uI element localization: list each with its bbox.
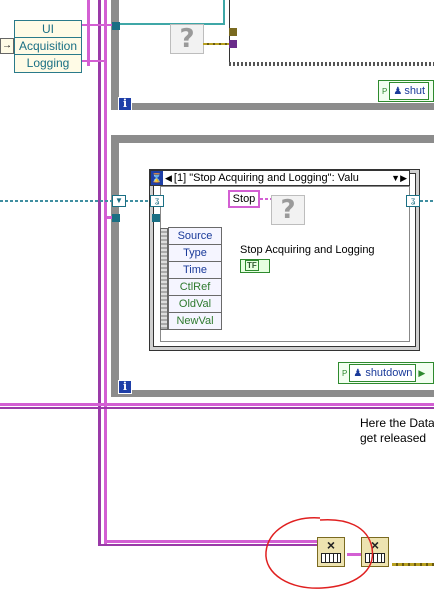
bottom-case-frame-left: [111, 135, 119, 397]
left-event-tunnel: ʓ: [150, 195, 164, 207]
top-tunnel-olive: [229, 28, 237, 36]
top-case-frame-bottom: [111, 103, 434, 110]
event-data-node: Source Type Time CtlRef OldVal NewVal: [168, 227, 222, 330]
event-data-source[interactable]: Source: [168, 227, 222, 245]
top-tunnel-purple: [229, 40, 237, 48]
annotation-circle-stroke: [265, 517, 374, 589]
event-tunnel-queue-in: [152, 214, 160, 222]
error-wire-vertical-main: [104, 0, 107, 545]
event-data-ctlref[interactable]: CtlRef: [168, 278, 222, 296]
shutdown-constant-top[interactable]: P ♟ shut: [378, 80, 434, 102]
top-tunnel-teal: [112, 22, 120, 30]
bottom-tunnel-queue: [112, 214, 120, 222]
top-inner-frame-teal: [119, 0, 225, 25]
right-event-tunnel: ʓ: [406, 195, 420, 207]
iteration-terminal-bottom: i: [118, 380, 132, 394]
cluster-item-logging: Logging: [14, 54, 82, 73]
person-icon: ♟: [393, 85, 403, 97]
event-data-newval[interactable]: NewVal: [168, 312, 222, 330]
top-inner-frame-shadow: [229, 62, 434, 66]
hourglass-icon[interactable]: ⌛: [151, 171, 163, 185]
stop-terminal[interactable]: Stop: [228, 190, 260, 208]
error-wire-bottom-horizontal: [0, 403, 434, 406]
shutdown-bottom-label: shutdown: [365, 367, 413, 379]
shutdown-top-label: shut: [404, 85, 426, 97]
top-unknown-node[interactable]: ?: [170, 24, 204, 54]
decrement-arrow-icon[interactable]: ◀: [165, 173, 172, 184]
selector-dropdown-icon[interactable]: ▼▶: [391, 173, 407, 184]
enum-arrow-icon[interactable]: ▶: [418, 368, 425, 379]
comment-line-2: get released: [360, 431, 427, 445]
event-selector-label: [1] "Stop Acquiring and Logging": Valu: [173, 172, 359, 184]
enum-pin-icon: P: [382, 86, 388, 96]
event-data-time[interactable]: Time: [168, 261, 222, 279]
shutdown-constant-bottom[interactable]: P ♟ shutdown ▶: [338, 362, 434, 384]
annotation-circle: [265, 517, 374, 589]
cluster-arrow-terminal: →: [0, 38, 14, 54]
queue-wire-vertical-main: [98, 0, 101, 545]
queue-wire-bottom-horizontal: [0, 407, 434, 409]
event-registration-tunnel: ▼: [112, 195, 126, 207]
top-case-frame-left: [111, 0, 119, 110]
bottom-case-frame-top: [111, 135, 434, 143]
event-selector-bar[interactable]: ⌛ ◀ [1] "Stop Acquiring and Logging": Va…: [150, 170, 410, 186]
bool-constant-label: TF: [245, 260, 259, 271]
event-data-node-bar: [160, 228, 168, 330]
top-inner-frame-border: [229, 0, 434, 66]
stop-terminal-label: Stop: [232, 193, 256, 205]
error-wire-vertical-left: [87, 0, 90, 66]
event-data-oldval[interactable]: OldVal: [168, 295, 222, 313]
iteration-terminal-top: i: [118, 97, 132, 111]
bool-constant[interactable]: TF: [240, 259, 270, 273]
error-wire-top: [82, 24, 116, 26]
comment-line-1: Here the Data: [360, 416, 434, 430]
person-icon-2: ♟: [353, 367, 363, 379]
error-wire-out: [392, 563, 434, 566]
enum-pin-icon-2: P: [342, 368, 348, 378]
event-name-label: Stop Acquiring and Logging: [240, 244, 375, 256]
event-data-type[interactable]: Type: [168, 244, 222, 262]
event-unknown-node[interactable]: ?: [271, 195, 305, 225]
error-wire-cluster: [82, 60, 106, 62]
bottom-case-frame-bottom: [111, 390, 434, 397]
